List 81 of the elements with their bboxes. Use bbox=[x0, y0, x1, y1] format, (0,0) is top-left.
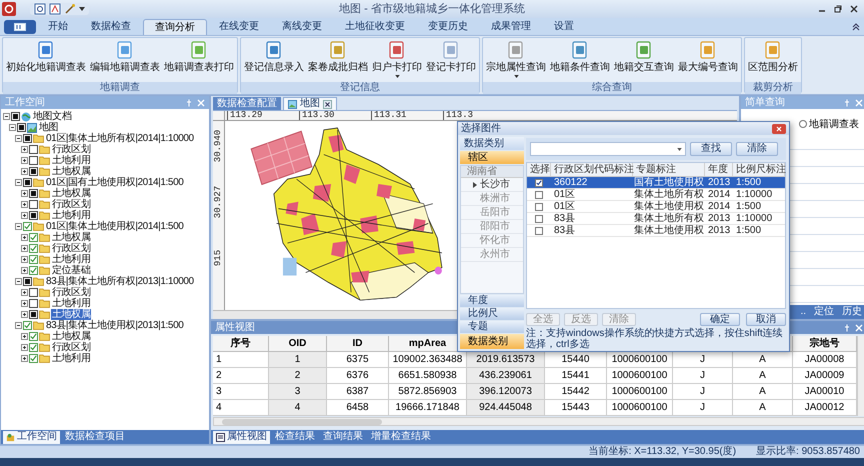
table-cell-text: 83县 bbox=[553, 225, 576, 236]
dialog-title: 选择图件 bbox=[461, 122, 501, 134]
table-cell: 集体土地所有权 bbox=[633, 213, 705, 224]
table-cell: JA00008 bbox=[793, 352, 857, 368]
ribbon-group-label: 登记信息 bbox=[241, 82, 479, 94]
radio-label: 地籍调查表 bbox=[809, 118, 859, 132]
ribbon-group-label: 综合查询 bbox=[483, 82, 741, 94]
table-cell: J bbox=[673, 352, 733, 368]
table-cell-text: 1:500 bbox=[735, 225, 762, 236]
table-cell: 4 bbox=[269, 400, 327, 416]
table-cell-text: 1:500 bbox=[735, 177, 762, 188]
table-cell: 396.120073 bbox=[467, 384, 545, 400]
ruler-label: 113.29 bbox=[227, 111, 299, 120]
table-cell: 1 bbox=[269, 352, 327, 368]
table-cell: 436.239061 bbox=[467, 368, 545, 384]
ruler-label: 915 bbox=[214, 250, 224, 266]
ribbon-group-label: 地籍调查 bbox=[3, 82, 237, 94]
ruler-label: 113.31 bbox=[371, 111, 443, 120]
table-cell-text: 1:500 bbox=[735, 201, 762, 212]
table-cell-text: 83县 bbox=[553, 213, 576, 224]
table-cell: 6375 bbox=[327, 352, 389, 368]
table-cell: 集体土地使用权 bbox=[633, 201, 705, 212]
table-cell: 1000600100 bbox=[607, 400, 673, 416]
table-cell: J bbox=[673, 384, 733, 400]
table-cell: 109002.363488 bbox=[389, 352, 467, 368]
table-cell: A bbox=[733, 352, 793, 368]
table-cell: 1000600100 bbox=[607, 368, 673, 384]
table-cell: A bbox=[733, 384, 793, 400]
table-cell: J bbox=[673, 400, 733, 416]
table-cell: 2 bbox=[213, 368, 269, 384]
table-cell: A bbox=[733, 368, 793, 384]
table-cell-text: 1:10000 bbox=[735, 189, 774, 200]
note-text: 注：支持windows操作系统的快捷方式选择，按住shift连续选择，ctrl多选 bbox=[526, 327, 784, 351]
table-cell: JA00010 bbox=[793, 384, 857, 400]
panel-title: 简单查询 bbox=[745, 96, 785, 108]
ruler-label: 30.940 bbox=[214, 130, 224, 162]
table-cell: 1 bbox=[213, 352, 269, 368]
table-cell: 6651.580938 bbox=[389, 368, 467, 384]
table-cell-text: 360122 bbox=[553, 177, 588, 188]
table-cell: 15441 bbox=[545, 368, 607, 384]
table-cell: 19666.171848 bbox=[389, 400, 467, 416]
table-cell: 4 bbox=[213, 400, 269, 416]
table-cell: JA00012 bbox=[793, 400, 857, 416]
scale-text: 显示比率: 9053.857480 bbox=[756, 446, 860, 458]
ruler-label: 30.927 bbox=[214, 186, 224, 218]
table-cell: 3 bbox=[269, 384, 327, 400]
table-cell-text: 01区 bbox=[553, 189, 576, 200]
table-cell-text: 01区 bbox=[553, 201, 576, 212]
coordinates-text: 当前坐标: X=113.32, Y=30.95(度) bbox=[588, 446, 736, 458]
table-cell: 集体土地所有权 bbox=[633, 189, 705, 200]
table-cell: 集体土地使用权 bbox=[633, 225, 705, 236]
table-cell: A bbox=[733, 400, 793, 416]
table-cell-text: 2013 bbox=[707, 225, 732, 236]
ruler-label: 113.3 bbox=[443, 111, 515, 120]
table-cell: 15443 bbox=[545, 400, 607, 416]
table-cell: 2 bbox=[269, 368, 327, 384]
panel-title: 工作空间 bbox=[5, 96, 45, 108]
table-cell: JA00009 bbox=[793, 368, 857, 384]
table-cell: J bbox=[673, 368, 733, 384]
table-cell: 3 bbox=[213, 384, 269, 400]
table-cell-text: 2014 bbox=[707, 201, 732, 212]
table-cell: 1000600100 bbox=[607, 384, 673, 400]
table-cell-text: 1:10000 bbox=[735, 213, 774, 224]
list-header: 湖南省 bbox=[461, 166, 523, 178]
table-cell-text: 2013 bbox=[707, 177, 732, 188]
table-cell-text: 2013 bbox=[707, 213, 732, 224]
table-cell: 5872.856903 bbox=[389, 384, 467, 400]
table-cell: 1000600100 bbox=[607, 352, 673, 368]
table-cell: 15442 bbox=[545, 384, 607, 400]
table-cell: 6376 bbox=[327, 368, 389, 384]
table-cell-text: 2014 bbox=[707, 189, 732, 200]
window-title: 地图 - 省市级地籍城乡一体化管理系统 bbox=[339, 2, 525, 17]
ruler-label: 113.30 bbox=[299, 111, 371, 120]
table-cell: 15440 bbox=[545, 352, 607, 368]
table-cell: 国有土地使用权 bbox=[633, 177, 705, 188]
table-cell: 6458 bbox=[327, 400, 389, 416]
table-cell: 2019.613573 bbox=[467, 352, 545, 368]
panel-title: 属性视图 bbox=[215, 322, 255, 334]
table-cell: 924.445048 bbox=[467, 400, 545, 416]
table-cell: 6387 bbox=[327, 384, 389, 400]
ribbon-group-label: 裁剪分析 bbox=[745, 82, 801, 94]
